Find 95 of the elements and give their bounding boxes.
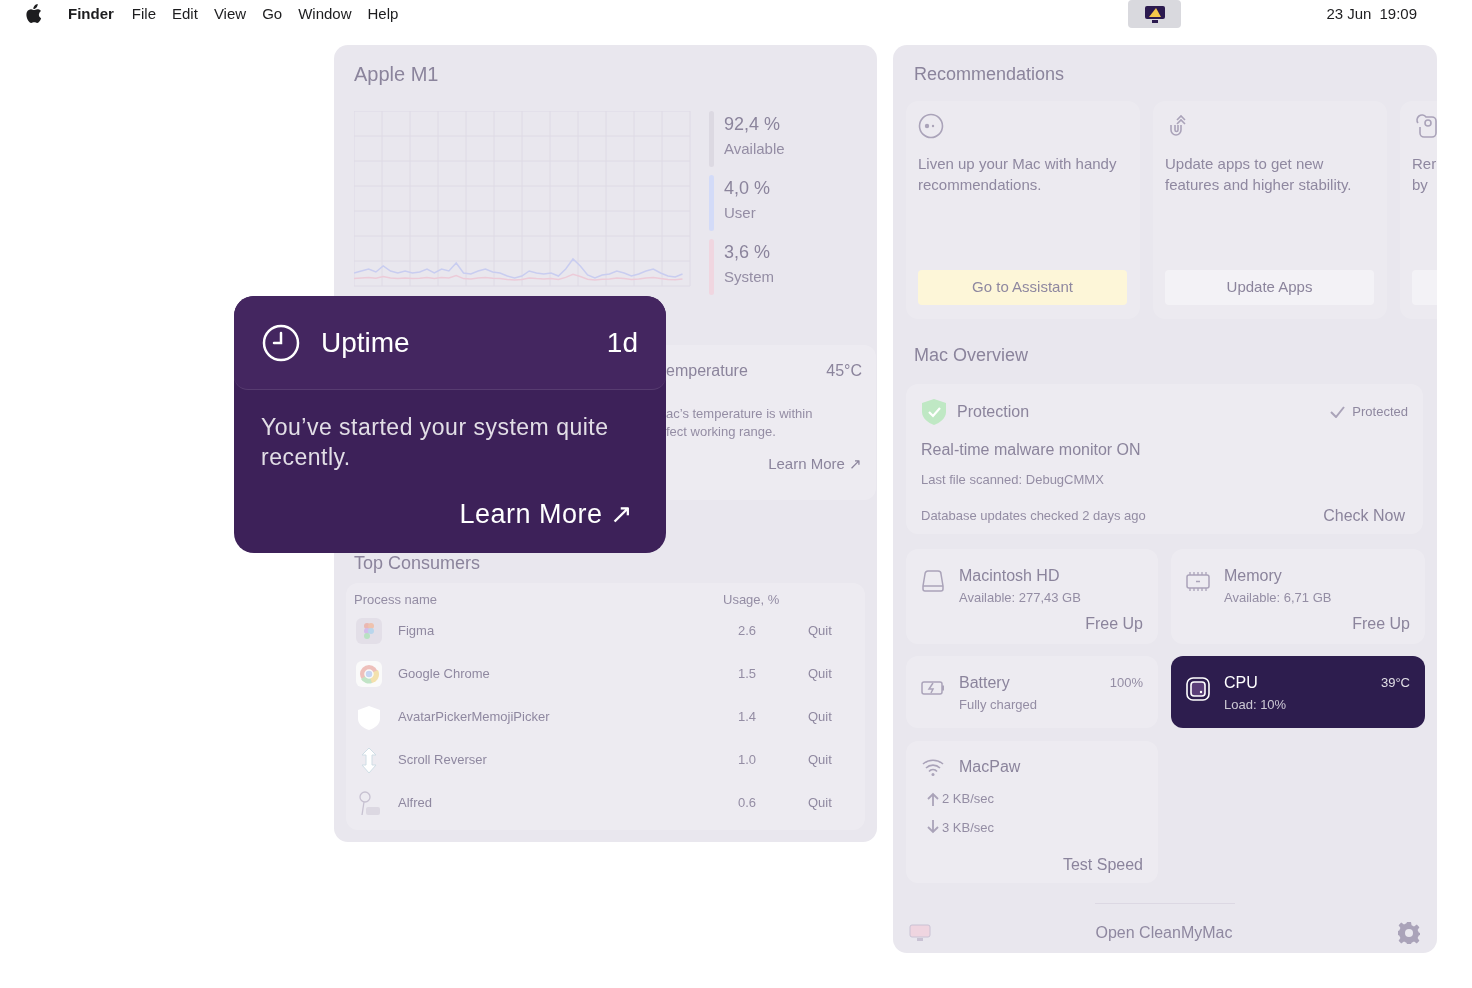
open-app-button[interactable]: Open CleanMyMac: [1095, 921, 1233, 945]
database-status: Database updates checked 2 days ago: [921, 506, 1146, 525]
process-usage: 0.6: [738, 793, 758, 812]
shield-check-icon: [921, 398, 947, 426]
legend-label: System: [724, 267, 774, 287]
quit-button[interactable]: Quit: [808, 706, 832, 727]
tile-value: 39°C: [1380, 674, 1410, 692]
monitor-icon: [909, 924, 931, 942]
menu-item[interactable]: Finder: [58, 2, 124, 26]
apple-logo-icon: [24, 4, 42, 24]
processor-icon: [1186, 677, 1210, 701]
menu-item[interactable]: View: [205, 2, 255, 26]
tile-title: Memory: [1224, 566, 1283, 586]
menu-item[interactable]: Window: [290, 2, 360, 26]
quit-button[interactable]: Quit: [808, 620, 832, 641]
column-header: Process name: [354, 591, 439, 606]
process-name: Alfred: [398, 793, 433, 812]
status-bar-item[interactable]: [1128, 0, 1182, 28]
tile-title: Macintosh HD: [959, 566, 1061, 586]
chrome-app-icon: [356, 660, 382, 687]
popup-message: You’ve started your system quite recently.: [260, 413, 610, 472]
legend-value: 3,6 %: [724, 241, 772, 264]
clock-icon: [262, 323, 300, 362]
figma-app-icon: [356, 617, 382, 644]
quit-button[interactable]: Quit: [808, 792, 832, 813]
card-description: Update apps to get new features and higher stability.: [1165, 154, 1353, 195]
network-speed: 2 KB/sec: [942, 790, 995, 808]
learn-more-link[interactable]: Learn More ↗: [459, 494, 634, 535]
protection-status: Protected: [1352, 403, 1408, 422]
free-up-button[interactable]: Free Up: [1352, 611, 1410, 636]
legend-value: 4,0 %: [724, 177, 771, 200]
process-usage: 1.4: [738, 707, 758, 726]
network-name: MacPaw: [959, 757, 1021, 777]
panel-title: Apple M1: [354, 62, 440, 87]
memory-chip-icon: [1186, 570, 1210, 594]
card-description: ac’s temperature is within: [666, 405, 814, 423]
tile-subtitle: Fully charged: [959, 696, 1039, 714]
card-title: emperature: [666, 361, 748, 381]
card-title: Protection: [957, 402, 1031, 422]
settings-icon: [1397, 921, 1421, 945]
column-header: Usage, %: [723, 591, 780, 606]
alfred-app-icon: [356, 789, 382, 816]
card-description: fect working range.: [666, 423, 777, 441]
menu-item[interactable]: Edit: [164, 2, 206, 26]
network-speed: 3 KB/sec: [942, 818, 995, 837]
quit-button[interactable]: Quit: [808, 749, 832, 770]
tile-subtitle: Available: 277,43 GB: [959, 589, 1082, 607]
legend-label: User: [724, 203, 757, 223]
last-scan-text: Last file scanned: DebugCMMX: [921, 471, 1105, 489]
section-title: Recommendations: [914, 63, 1066, 86]
monitor-icon: [1142, 4, 1167, 24]
tile-subtitle: Available: 6,71 GB: [1224, 589, 1333, 607]
card-button[interactable]: Update Apps: [1165, 270, 1374, 305]
card-description: Liven up your Mac with handy recommendations.: [918, 154, 1118, 195]
menu-item[interactable]: File: [123, 2, 164, 26]
quit-button[interactable]: Quit: [808, 663, 832, 684]
check-now-button[interactable]: Check Now: [1323, 503, 1405, 528]
tile-value: 100%: [1109, 674, 1143, 692]
free-up-button[interactable]: Free Up: [1085, 611, 1143, 636]
arrow-up-icon: [927, 791, 939, 806]
legend-value: 92,4 %: [724, 113, 782, 136]
overview-tile[interactable]: Battery Fully charged 100%: [906, 656, 1158, 728]
tile-subtitle: Load: 10%: [1224, 696, 1288, 714]
section-title: Top Consumers: [354, 552, 482, 575]
process-name: Scroll Reverser: [398, 750, 488, 769]
process-usage: 2.6: [738, 621, 758, 640]
legend-label: Available: [724, 139, 785, 159]
section-title: Mac Overview: [914, 344, 1030, 367]
tile-title: CPU: [1224, 673, 1259, 693]
protection-headline: Real-time malware monitor ON: [921, 440, 1142, 460]
drive-icon: [921, 570, 945, 594]
process-name: AvatarPickerMemojiPicker: [398, 707, 551, 726]
popup-title: Uptime: [321, 325, 411, 360]
menu-item[interactable]: Help: [359, 2, 407, 26]
card-description: Rer by: [1412, 154, 1437, 195]
face-icon: [918, 113, 944, 139]
overview-tile[interactable]: CPU Load: 10% 39°C: [1171, 656, 1425, 728]
tile-title: Battery: [959, 673, 1011, 693]
learn-more-link[interactable]: Learn More ↗: [768, 453, 862, 476]
checkmark-icon: [1330, 406, 1346, 418]
menu-bar-clock: 19:09: [1379, 3, 1417, 24]
overview-tile[interactable]: Macintosh HD Available: 277,43 GB Free Up: [906, 549, 1158, 644]
uptime-value: 1d: [606, 325, 638, 360]
arrow-down-icon: [927, 820, 939, 835]
card-button[interactable]: Go to Assistant: [918, 270, 1127, 305]
process-name: Figma: [398, 621, 436, 640]
process-usage: 1.5: [738, 664, 758, 683]
wifi-icon: [921, 758, 945, 776]
overview-tile[interactable]: Memory Available: 6,71 GB Free Up: [1171, 549, 1425, 644]
menu-item[interactable]: Go: [254, 2, 291, 26]
test-speed-button[interactable]: Test Speed: [1062, 853, 1143, 877]
process-usage: 1.0: [738, 750, 758, 769]
temperature-value: 45°C: [826, 361, 862, 381]
menu-bar-date: 23 Jun: [1326, 3, 1372, 24]
process-name: Google Chrome: [398, 664, 491, 683]
